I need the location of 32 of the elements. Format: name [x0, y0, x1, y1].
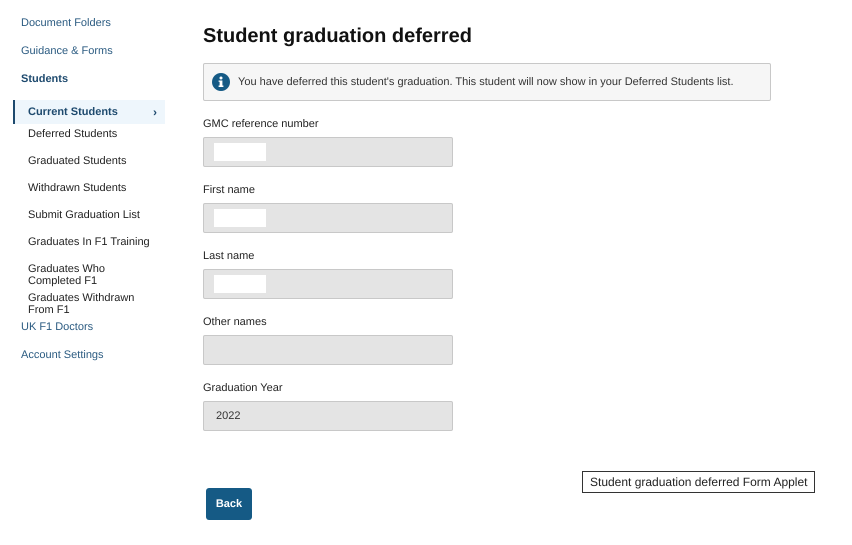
sidebar-item[interactable]: Guidance & Forms — [0, 44, 165, 72]
sidebar-item[interactable]: UK F1 Doctors — [0, 320, 165, 348]
sidebar-item[interactable]: Students — [0, 72, 165, 100]
sidebar-item[interactable]: Document Folders — [0, 16, 165, 44]
redaction-block — [214, 143, 266, 161]
redaction-block — [214, 275, 266, 293]
field-label: Graduation Year — [203, 382, 284, 394]
sidebar-subitem[interactable]: Graduates In F1 Training — [0, 235, 165, 262]
tooltip: Student graduation deferred Form Applet — [582, 471, 816, 493]
redaction-block — [214, 209, 266, 227]
input-field[interactable] — [203, 137, 453, 167]
sidebar-subitem[interactable]: Withdrawn Students — [0, 181, 165, 208]
notice-text: You have deferred this student's graduation. This student will now show in your Deferred Students list. — [238, 76, 734, 88]
back-button[interactable]: Back — [206, 488, 252, 520]
sidebar-subitem[interactable]: Graduated Students — [0, 154, 165, 181]
input-field[interactable] — [203, 203, 453, 233]
input-field[interactable] — [203, 269, 453, 299]
sidebar-subitem[interactable]: Deferred Students — [0, 127, 165, 154]
info-icon — [212, 73, 230, 91]
field-label: Last name — [203, 250, 256, 262]
chevron-icon: › — [153, 106, 157, 118]
field-label: Other names — [203, 316, 268, 328]
sidebar-subitem[interactable]: Current Students › — [13, 100, 165, 124]
field-label: First name — [203, 184, 256, 196]
field-label: GMC reference number — [203, 118, 320, 130]
input-field[interactable] — [203, 335, 453, 365]
input-field[interactable]: 2022 — [203, 401, 453, 431]
page-title: Student graduation deferred — [203, 25, 473, 48]
sidebar-subitem[interactable]: Graduates Who Completed F1 — [0, 262, 165, 291]
sidebar-subitem[interactable]: Graduates Withdrawn From F1 — [0, 291, 165, 320]
sidebar-subitem[interactable]: Submit Graduation List — [0, 208, 165, 235]
sidebar-item[interactable]: Account Settings — [0, 348, 165, 376]
